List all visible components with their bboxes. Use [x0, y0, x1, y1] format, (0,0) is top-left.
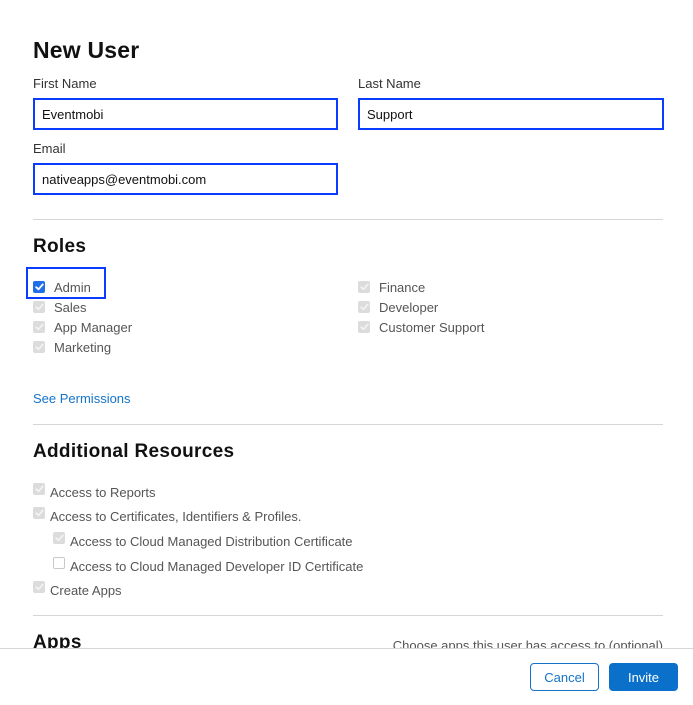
resource-label: Create Apps [50, 583, 122, 598]
role-label: Finance [379, 279, 426, 295]
role-customer-support: Customer Support [358, 318, 485, 336]
resource-checkbox [53, 557, 65, 569]
divider [33, 219, 663, 220]
resource-access-to-reports: Access to Reports [33, 483, 156, 500]
role-sales: Sales [33, 298, 87, 316]
role-label: Sales [54, 299, 87, 315]
checkmark-icon [359, 303, 369, 311]
checkmark-icon [359, 323, 369, 331]
role-label: App Manager [54, 319, 133, 335]
checkmark-icon [34, 283, 44, 291]
page-title: New User [33, 37, 140, 63]
email-label: Email [33, 141, 66, 156]
last-name-input[interactable] [358, 98, 664, 130]
invite-button[interactable]: Invite [609, 663, 678, 691]
checkmark-icon [34, 583, 44, 591]
role-finance: Finance [358, 278, 425, 296]
resource-access-to-cloud-managed-distribution-certificate: Access to Cloud Managed Distribution Cer… [53, 532, 353, 549]
role-checkbox [358, 301, 370, 313]
checkmark-icon [34, 509, 44, 517]
checkmark-icon [34, 485, 44, 493]
roles-heading: Roles [33, 236, 87, 257]
role-checkbox [33, 341, 45, 353]
role-checkbox [358, 321, 370, 333]
role-checkbox [33, 301, 45, 313]
resource-checkbox [33, 507, 45, 519]
first-name-label: First Name [33, 76, 97, 91]
resource-label: Access to Cloud Managed Distribution Cer… [70, 534, 353, 549]
role-label: Marketing [54, 339, 112, 355]
resource-access-to-cloud-managed-developer-id-certificate: Access to Cloud Managed Developer ID Cer… [53, 557, 364, 574]
divider [33, 424, 663, 425]
first-name-input[interactable] [33, 98, 338, 130]
checkmark-icon [54, 534, 64, 542]
checkmark-icon [359, 283, 369, 291]
role-developer: Developer [358, 298, 438, 316]
modal-footer: Cancel Invite [0, 648, 693, 705]
checkmark-icon [34, 303, 44, 311]
role-label: Customer Support [379, 319, 485, 335]
resource-label: Access to Certificates, Identifiers & Pr… [50, 509, 302, 524]
apps-hint: Choose apps this user has access to (opt… [392, 638, 663, 648]
divider [33, 615, 663, 616]
cancel-button[interactable]: Cancel [530, 663, 599, 691]
resource-checkbox [53, 532, 65, 544]
resource-label: Access to Reports [50, 485, 156, 500]
role-checkbox [358, 281, 370, 293]
role-label: Developer [379, 299, 439, 315]
role-app-manager: App Manager [33, 318, 132, 336]
apps-heading: Apps [33, 632, 82, 648]
resource-access-to-certificates-identifiers-profiles: Access to Certificates, Identifiers & Pr… [33, 507, 302, 524]
checkmark-icon [34, 323, 44, 331]
resource-label: Access to Cloud Managed Developer ID Cer… [70, 559, 364, 574]
email-input[interactable] [33, 163, 338, 195]
see-permissions-link[interactable]: See Permissions [33, 391, 131, 406]
last-name-label: Last Name [358, 76, 421, 91]
additional-resources-heading: Additional Resources [33, 441, 235, 462]
role-label: Admin [54, 279, 91, 295]
resource-checkbox [33, 483, 45, 495]
role-checkbox[interactable] [33, 281, 45, 293]
role-marketing: Marketing [33, 338, 111, 356]
resource-checkbox [33, 581, 45, 593]
modal-scroll-area[interactable]: New User First Name Last Name Email Role… [0, 0, 693, 648]
resource-create-apps: Create Apps [33, 581, 122, 598]
role-admin[interactable]: Admin [33, 278, 91, 296]
checkmark-icon [34, 343, 44, 351]
role-checkbox [33, 321, 45, 333]
